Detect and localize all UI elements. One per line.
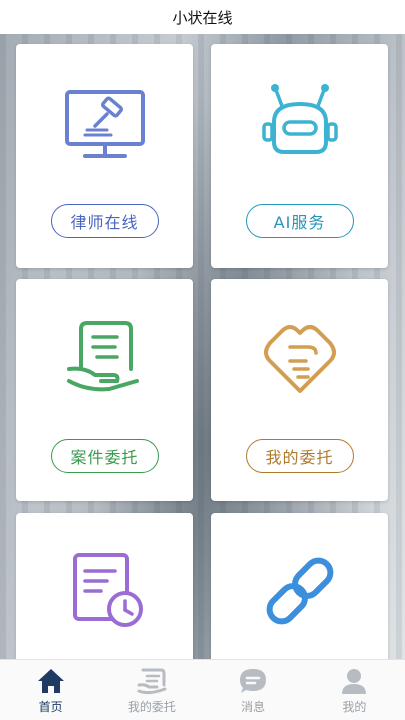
tab-messages-label: 消息 — [241, 700, 266, 714]
ai-service-button[interactable]: AI服务 — [245, 204, 354, 238]
robot-icon — [211, 82, 388, 162]
card-link[interactable] — [211, 513, 388, 673]
app-header: 小状在线 — [0, 0, 405, 34]
card-case-commission[interactable]: 案件委托 — [16, 279, 193, 501]
bottom-tab-bar: 首页 我的委托 消息 我的 — [0, 659, 405, 720]
card-my-commission[interactable]: 我的委托 — [211, 279, 388, 501]
card-lawyer-online[interactable]: 律师在线 — [16, 44, 193, 268]
card-document-record[interactable] — [16, 513, 193, 673]
case-commission-button[interactable]: 案件委托 — [50, 439, 159, 473]
judge-gavel-monitor-icon — [16, 82, 193, 162]
tab-my-commission-label: 我的委托 — [127, 700, 176, 714]
case-hand-document-icon — [16, 317, 193, 397]
message-icon — [240, 669, 267, 693]
link-icon — [211, 551, 388, 631]
tab-home[interactable]: 首页 — [0, 660, 101, 720]
commission-icon — [137, 668, 167, 695]
home-icon — [37, 669, 64, 693]
handshake-icon — [211, 317, 388, 397]
page-title: 小状在线 — [172, 8, 233, 27]
tab-messages[interactable]: 消息 — [203, 660, 304, 720]
lawyer-online-button[interactable]: 律师在线 — [50, 204, 159, 238]
tab-my-commission[interactable]: 我的委托 — [101, 660, 202, 720]
card-ai-service[interactable]: AI服务 — [211, 44, 388, 268]
document-clock-icon — [16, 551, 193, 631]
tab-profile[interactable]: 我的 — [304, 660, 405, 720]
tab-home-label: 首页 — [38, 700, 63, 714]
user-icon — [342, 669, 367, 694]
tab-profile-label: 我的 — [342, 700, 367, 714]
my-commission-button[interactable]: 我的委托 — [245, 439, 354, 473]
